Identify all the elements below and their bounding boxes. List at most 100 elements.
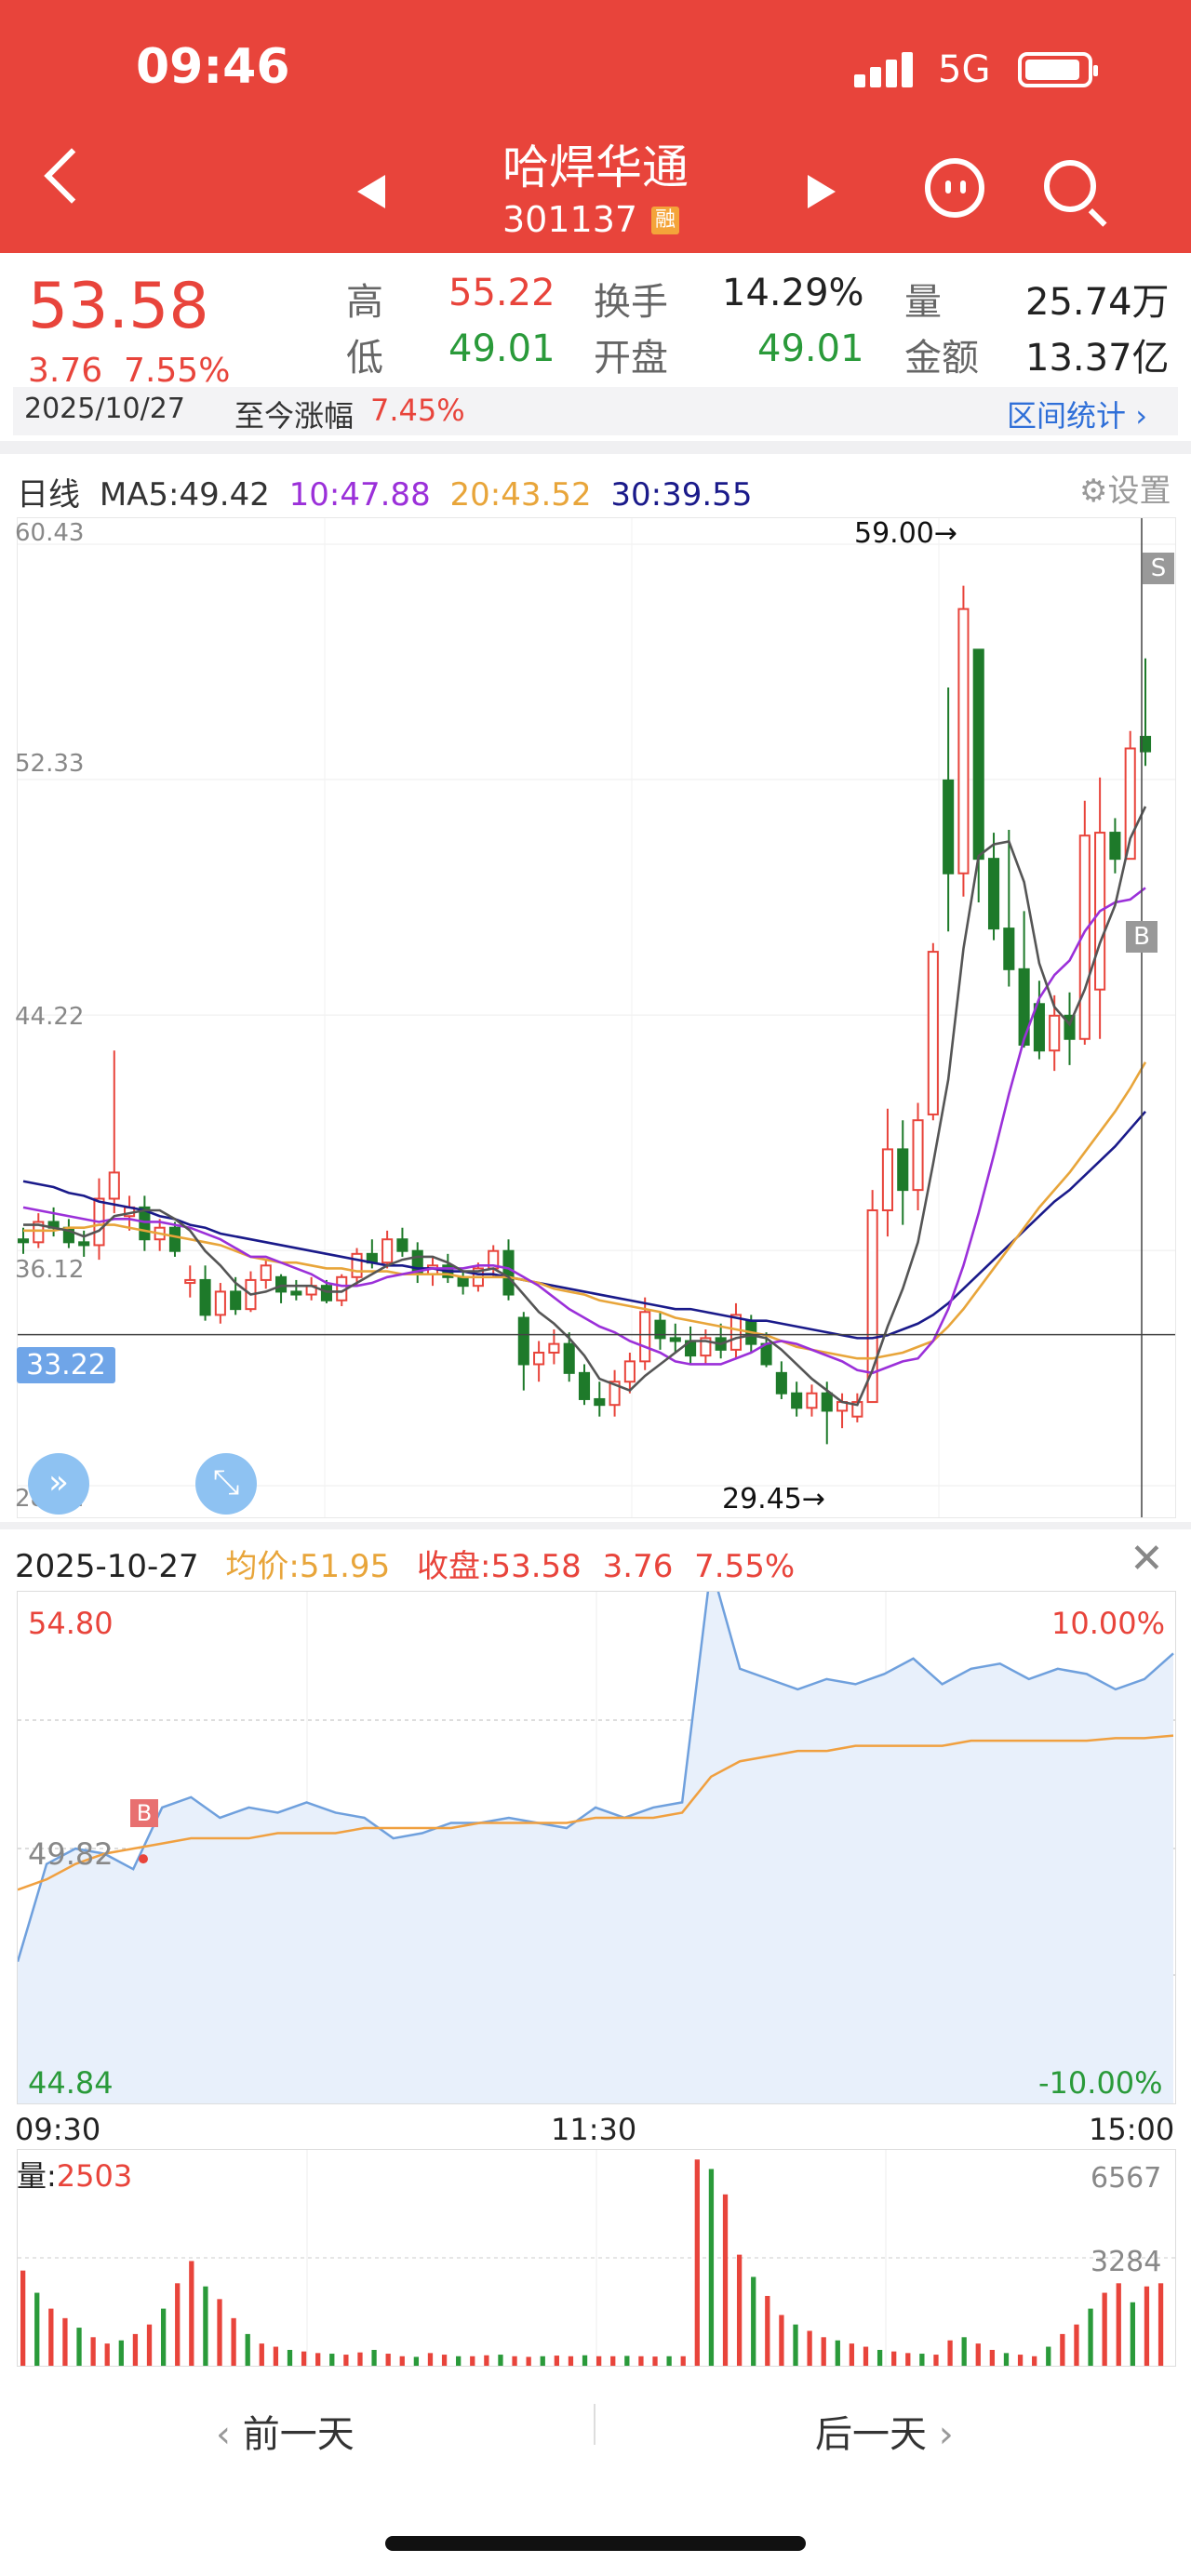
volume-bar [989,2349,996,2366]
volume-chart[interactable] [17,2149,1176,2367]
intraday-svg [16,1566,1175,2103]
volume-bar [877,2349,883,2366]
chat-icon[interactable] [925,158,984,218]
volume-bar [1102,2292,1107,2366]
back-arrow-icon[interactable] [44,148,100,204]
chevron-right-icon: › [927,2413,954,2456]
candle-body [184,1278,196,1285]
network-type: 5G [938,48,991,91]
range-stats-link[interactable]: 区间统计 › [1007,393,1147,435]
candle-body [791,1392,803,1409]
volume-bar [1144,2286,1150,2366]
candle-body [214,1290,226,1316]
volume-value: 2503 [56,2158,133,2194]
candle-body [1033,1003,1045,1052]
intraday-top-pct: 10.00% [1051,1606,1166,1641]
volume-bar [132,2333,139,2366]
volume-bar [708,2169,715,2366]
kline-svg [17,518,1175,1517]
volume-bar [20,2270,26,2366]
volume-bar [231,2317,236,2366]
volume-bar [1116,2283,1121,2366]
candle-body [108,1171,120,1200]
volume-bar [947,2340,953,2366]
prev-stock-icon[interactable] [357,175,385,208]
intraday-percent: 7.55% [694,1548,796,1585]
low-price-marker: 29.45→ [722,1483,826,1515]
chevron-right-icon: › [1135,398,1147,434]
volume-bar [765,2295,770,2366]
volume-label: 量 [904,281,942,324]
next-day-button[interactable]: 后一天 › [815,2404,954,2458]
crosshair-price-tag: 33.22 [17,1347,115,1383]
ma5-label: MA5:49.42 [99,476,270,514]
divider [0,1522,1191,1529]
ma10-label: 10:47.88 [288,476,431,514]
kline-chart[interactable] [17,517,1176,1518]
volume-svg [18,2150,1175,2366]
volume-bar [596,2356,602,2366]
ma30-label: 30:39.55 [610,476,753,514]
range-stats-label: 区间统计 [1007,398,1127,434]
volume-bar [863,2346,869,2366]
volume-bar [891,2351,897,2366]
volume-bar [751,2276,756,2366]
y-label-3: 44.22 [15,1003,85,1031]
intraday-date: 2025-10-27 [15,1548,199,1585]
last-price: 53.58 [28,270,209,343]
ma20-label: 20:43.52 [449,476,592,514]
next-stock-icon[interactable] [808,175,836,208]
volume-bar [1003,2353,1010,2366]
volume-max: 6567 [1091,2162,1162,2195]
candle-body [729,1314,743,1351]
volume-bar [793,2324,798,2366]
since-value: 7.45% [370,393,465,428]
volume-label: 量:2503 [17,2153,132,2196]
volume-bar [441,2355,448,2366]
change-percent: 7.55% [124,352,231,390]
volume-bar [470,2356,475,2366]
settings-button[interactable]: ⚙设置 [1079,465,1171,511]
candle-body [290,1290,302,1296]
app-header: 09:46 5G 哈焊华通 301137 融 [0,0,1191,253]
candle-body [168,1226,181,1252]
close-icon[interactable]: ✕ [1130,1535,1164,1582]
volume-bar [104,2343,110,2366]
intraday-bottom-pct: -10.00% [1038,2065,1163,2101]
ma10-line [22,887,1146,1375]
fast-forward-icon[interactable]: » [28,1453,89,1515]
ma30-line [22,1110,1146,1340]
volume-bar [919,2354,925,2366]
search-icon[interactable] [1044,160,1107,227]
volume-bar [624,2356,630,2366]
candle-body [275,1275,288,1293]
volume-bar [568,2356,574,2366]
prev-day-button[interactable]: ‹ 前一天 [216,2404,355,2458]
volume-bar [807,2330,812,2366]
volume-bar [680,2356,686,2366]
candle-body [381,1238,394,1264]
stock-code: 301137 [502,199,638,240]
volume-bar [1088,2308,1093,2366]
y-label-1: 60.43 [15,519,85,547]
candle-body [1003,928,1015,970]
volume-bar [694,2159,700,2366]
volume-bar [526,2356,531,2366]
volume-bar [329,2354,335,2366]
candle-body [260,1264,272,1281]
volume-bar [779,2315,784,2366]
expand-icon[interactable]: ⤡ [195,1453,257,1515]
candle-body [457,1275,469,1288]
intraday-chart[interactable] [16,1566,1176,2104]
range-bar: 2025/10/27 至今涨幅 7.45% 区间统计 › [13,387,1178,435]
volume-bar [1074,2324,1079,2366]
open-value: 49.01 [757,327,864,370]
battery-icon [1018,52,1098,87]
close-price: 收盘:53.58 [417,1548,582,1585]
range-date: 2025/10/27 [24,393,185,425]
high-price-marker: 59.00→ [854,517,958,550]
volume-bar [203,2286,208,2366]
period-label: 日线 [17,476,80,514]
ma5-line [23,806,1147,1407]
intraday-header: 2025-10-27 均价:51.95 收盘:53.58 3.76 7.55% [15,1541,795,1586]
